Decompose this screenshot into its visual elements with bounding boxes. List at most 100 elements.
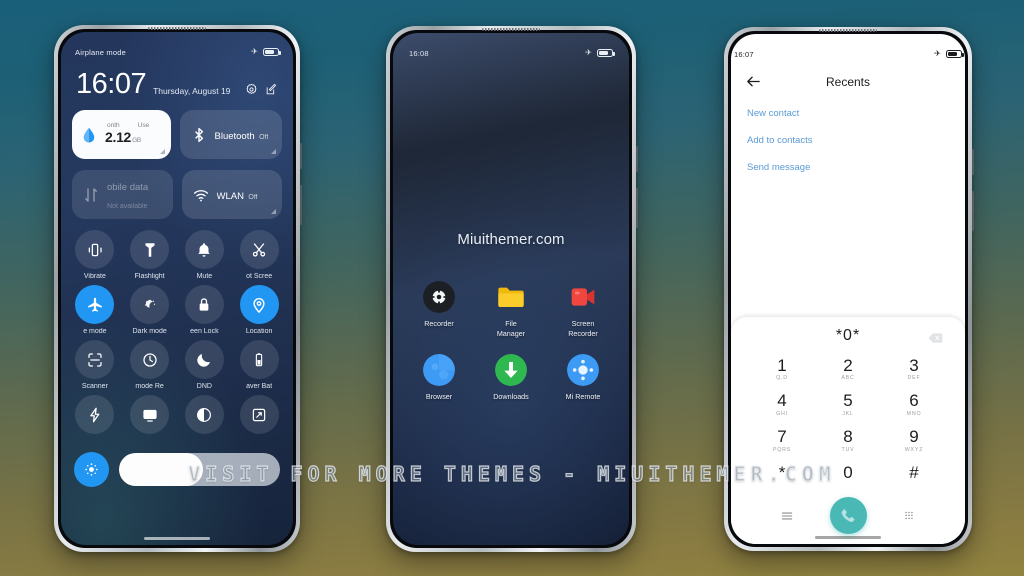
power-button[interactable] [300, 143, 302, 169]
screenshot-label: ot Scree [246, 273, 273, 280]
app-row-2: Browser Downloads Mi Remote [406, 354, 616, 402]
key-8[interactable]: 8 TUV [815, 423, 881, 459]
power-button[interactable] [636, 146, 638, 172]
phone-bezel: 16:08 ✈ Miuithemer.com Recorder File Man… [390, 28, 632, 548]
phone-left-control-center: Airplane mode ✈ 16:07 Thursday, August 1… [54, 25, 302, 552]
bell-icon [184, 230, 224, 269]
data-month-label: onth [107, 122, 120, 129]
key-9[interactable]: 9 WXYZ [881, 423, 947, 459]
vibrate-tile[interactable]: Vibrate [72, 230, 118, 280]
data-usage-unit: GB [132, 137, 141, 144]
back-arrow-icon[interactable] [745, 73, 762, 90]
moon-icon [184, 340, 224, 379]
app-label: Screen Recorder [568, 319, 598, 338]
status-time: 16:08 [409, 48, 429, 58]
location-label: Location [245, 328, 273, 335]
edit-pencil-icon[interactable] [265, 83, 278, 96]
app-screen-recorder[interactable]: Screen Recorder [555, 281, 611, 338]
status-time: 16:07 [734, 49, 754, 59]
airplane-mode-label: e mode [83, 328, 107, 335]
expand-corner-icon[interactable] [271, 149, 276, 154]
location-icon [239, 285, 279, 324]
add-to-contacts-option[interactable]: Add to contacts [747, 135, 949, 146]
tile-row-1: Vibrate Flashlight Mute ot Scree [72, 230, 282, 280]
app-grid: Recorder File Manager Screen Recorder Br… [406, 281, 616, 402]
wlan-tile[interactable]: WLAN Off [181, 170, 282, 219]
clock-row: 16:07 Thursday, August 19 [72, 62, 282, 99]
contrast-icon [184, 395, 224, 434]
dialer-actions [731, 495, 965, 540]
phone-right-dialer: 16:07 ✈ Recents New contact Add to conta… [724, 27, 974, 551]
fullscreen-tile[interactable] [236, 395, 282, 438]
menu-lines-icon[interactable] [757, 509, 818, 523]
screenshot-tile[interactable]: ot Scree [236, 230, 282, 280]
airplane-icon: ✈ [585, 48, 592, 57]
volume-button[interactable] [972, 191, 974, 231]
page-title: Recents [825, 74, 871, 89]
airplane-icon [75, 285, 115, 324]
location-tile[interactable]: Location [236, 285, 282, 335]
dnd-tile[interactable]: DND [182, 340, 228, 390]
settings-gear-icon[interactable] [245, 83, 258, 96]
bluetooth-title: Bluetooth [214, 130, 255, 142]
dark-mode-icon [130, 285, 170, 324]
scanner-tile[interactable]: Scanner [72, 340, 118, 390]
expand-corner-icon[interactable] [271, 209, 276, 214]
quick-ball-tile[interactable] [72, 395, 118, 438]
volume-button[interactable] [636, 188, 638, 228]
app-recorder[interactable]: Recorder [411, 281, 467, 338]
app-file-manager[interactable]: File Manager [483, 281, 539, 338]
flashlight-tile[interactable]: Flashlight [127, 230, 173, 280]
send-message-option[interactable]: Send message [747, 162, 949, 173]
mute-tile[interactable]: Mute [182, 230, 228, 280]
dark-mode-tile[interactable]: Dark mode [127, 285, 173, 335]
new-contact-option[interactable]: New contact [747, 108, 949, 119]
power-button[interactable] [972, 149, 974, 175]
key-0[interactable]: 0 [815, 459, 881, 495]
dial-input[interactable]: *0* [731, 324, 965, 349]
app-downloads[interactable]: Downloads [483, 354, 539, 402]
reading-mode-tile[interactable]: mode Re [127, 340, 173, 390]
app-label: Mi Remote [565, 392, 601, 402]
app-label: Recorder [424, 319, 454, 328]
app-browser[interactable]: Browser [411, 354, 467, 402]
recorder-icon [423, 281, 455, 313]
key-4[interactable]: 4 GHI [749, 387, 815, 423]
screen-lock-tile[interactable]: een Lock [182, 285, 228, 335]
cast-tile[interactable] [127, 395, 173, 438]
key-star[interactable]: * [749, 459, 815, 495]
data-usage-tile[interactable]: onth Use 2.12GB [72, 110, 171, 159]
call-button[interactable] [829, 497, 867, 534]
vibrate-label: Vibrate [83, 273, 106, 280]
key-7[interactable]: 7 PQRS [749, 423, 815, 459]
key-3[interactable]: 3 DEF [881, 352, 947, 388]
earpiece-speaker [482, 28, 540, 31]
key-1[interactable]: 1 Q,D [749, 352, 815, 388]
bluetooth-tile[interactable]: Bluetooth Off [179, 110, 282, 159]
battery-icon [946, 49, 964, 59]
status-bar: Airplane mode ✈ [72, 32, 282, 62]
brightness-slider[interactable] [119, 453, 280, 486]
battery-saver-label: aver Bat [246, 383, 273, 390]
reading-mode-label: mode Re [135, 383, 164, 390]
mobile-data-tile[interactable]: obile data Not available [72, 170, 173, 219]
key-5[interactable]: 5 JKL [815, 387, 881, 423]
dialer-header: Recents [731, 64, 965, 92]
app-mi-remote[interactable]: Mi Remote [555, 354, 611, 402]
expand-corner-icon[interactable] [159, 149, 165, 154]
wlan-status: Off [248, 193, 258, 201]
backspace-icon[interactable] [928, 331, 943, 343]
volume-button[interactable] [300, 185, 302, 225]
key-2[interactable]: 2 ABC [815, 352, 881, 388]
data-drop-icon [80, 126, 98, 144]
brightness-icon[interactable] [74, 452, 109, 487]
key-hash[interactable]: # [881, 459, 947, 495]
key-6[interactable]: 6 MNO [881, 387, 947, 423]
battery-saver-tile[interactable]: aver Bat [236, 340, 282, 390]
lock-icon [184, 285, 224, 324]
airplane-mode-tile[interactable]: e mode [72, 285, 118, 335]
vibrate-icon [75, 230, 115, 269]
contrast-tile[interactable] [182, 395, 228, 438]
keypad-grid-icon[interactable] [878, 509, 939, 523]
lightning-icon [75, 395, 115, 434]
